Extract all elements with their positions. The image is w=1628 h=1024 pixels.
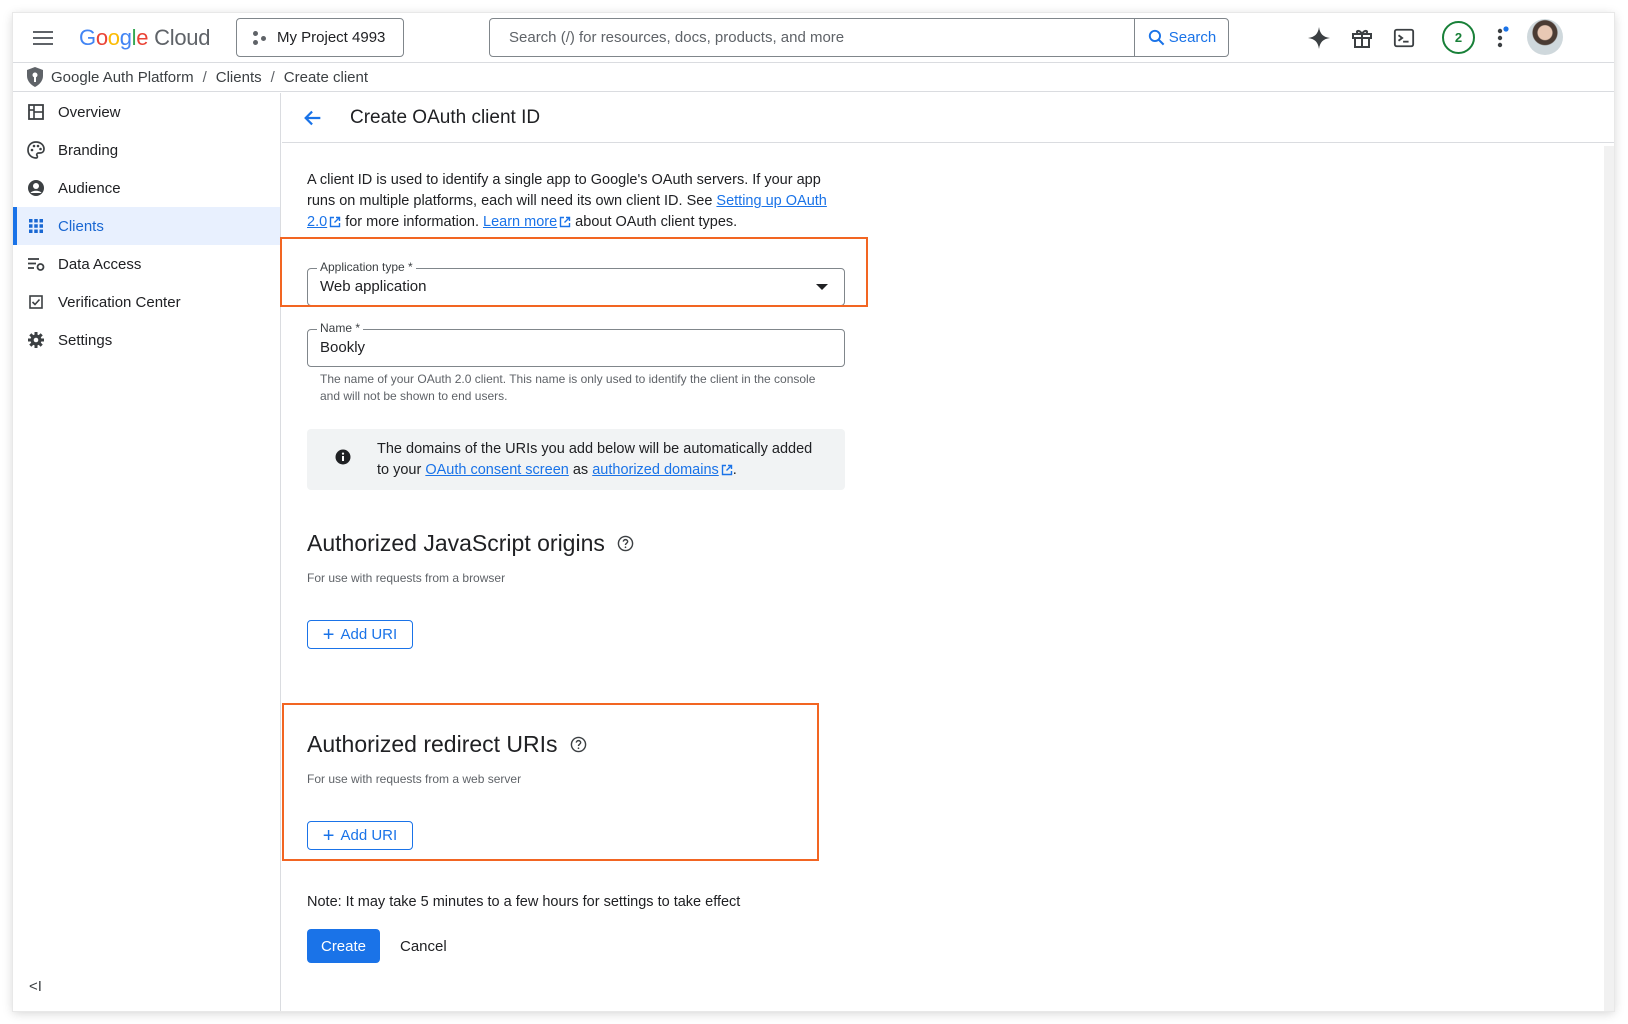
name-input[interactable] [320,339,832,356]
breadcrumb-auth-platform[interactable]: Google Auth Platform [51,69,194,86]
learn-more-link[interactable]: Learn more [483,214,557,230]
grid-icon [27,217,45,235]
sidebar-item-overview[interactable]: Overview [13,93,280,131]
app-window: GoogleCloud My Project 4993 Search 2 [13,13,1614,1011]
search-button-label: Search [1168,29,1217,46]
intro-text: A client ID is used to identify a single… [307,172,827,230]
gear-icon [27,331,45,349]
back-arrow-icon[interactable] [302,107,324,129]
sidebar-item-clients[interactable]: Clients [13,207,280,245]
cloud-shell-icon[interactable] [1391,25,1417,51]
data-access-icon [27,255,45,273]
oauth-consent-screen-link[interactable]: OAuth consent screen [425,462,568,478]
redirect-uris-title: Authorized redirect URIs [307,731,587,758]
dashboard-icon [27,103,45,121]
sidebar-item-label: Settings [58,331,113,349]
sidebar-item-label: Audience [58,179,121,197]
sidebar: Overview Branding Audience Clients Data … [13,93,281,1011]
person-icon [27,179,45,197]
breadcrumb: Google Auth Platform / Clients / Create … [13,63,1614,92]
search-input[interactable] [490,19,1134,56]
sidebar-item-label: Branding [58,141,119,159]
sidebar-item-settings[interactable]: Settings [13,321,280,359]
authorized-domains-link[interactable]: authorized domains [592,462,719,478]
avatar[interactable] [1527,19,1563,55]
cancel-button[interactable]: Cancel [400,929,447,963]
checkbox-icon [27,293,45,311]
info-banner: The domains of the URIs you add below wi… [307,429,845,490]
add-js-origin-uri-button[interactable]: + Add URI [307,620,413,649]
scrollbar[interactable] [1604,146,1614,1011]
sidebar-item-label: Overview [58,103,121,121]
create-button[interactable]: Create [307,929,380,963]
search-icon [1148,29,1165,46]
breadcrumb-clients[interactable]: Clients [216,69,262,86]
shield-icon [27,67,43,87]
more-vert-icon[interactable] [1489,25,1515,51]
js-origins-title: Authorized JavaScript origins [307,530,634,557]
search-bar: Search [489,18,1229,57]
project-picker-button[interactable]: My Project 4993 [236,18,404,57]
sidebar-item-audience[interactable]: Audience [13,169,280,207]
plus-icon: + [322,824,335,847]
sidebar-item-verification-center[interactable]: Verification Center [13,283,280,321]
js-origins-subtitle: For use with requests from a browser [307,571,506,585]
external-link-icon [559,216,571,228]
info-icon [335,449,351,465]
name-hint: The name of your OAuth 2.0 client. This … [320,372,816,403]
collapse-sidebar-button[interactable]: <I [29,978,42,995]
top-bar: GoogleCloud My Project 4993 Search 2 [13,13,1614,63]
page-header: Create OAuth client ID [282,93,1614,143]
sidebar-item-label: Data Access [58,255,142,273]
project-name: My Project 4993 [277,29,386,46]
sidebar-item-branding[interactable]: Branding [13,131,280,169]
main-content: Create OAuth client ID A client ID is us… [280,93,1614,1011]
sidebar-item-label: Clients [58,217,104,235]
name-field: Name * [307,321,845,367]
help-icon[interactable] [617,535,634,552]
menu-icon[interactable] [33,27,53,47]
dropdown-arrow-icon [816,284,828,290]
settings-note: Note: It may take 5 minutes to a few hou… [307,894,741,910]
application-type-value: Web application [320,278,427,295]
external-link-icon [329,216,341,228]
project-icon [251,29,269,47]
gemini-sparkle-icon[interactable] [1306,25,1332,51]
page-title: Create OAuth client ID [350,106,541,128]
name-label: Name * [317,321,364,335]
application-type-label: Application type * [317,260,416,274]
application-type-select[interactable]: Application type * Web application [307,260,845,306]
google-cloud-logo[interactable]: Google Cloud [79,25,210,51]
add-redirect-uri-button[interactable]: + Add URI [307,821,413,850]
notification-badge[interactable]: 2 [1442,21,1475,54]
sidebar-item-label: Verification Center [58,293,181,311]
redirect-uris-subtitle: For use with requests from a web server [307,772,522,786]
external-link-icon [721,464,732,476]
palette-icon [27,141,45,159]
gift-icon[interactable] [1349,25,1375,51]
breadcrumb-create-client: Create client [283,68,369,86]
sidebar-item-data-access[interactable]: Data Access [13,245,280,283]
help-icon[interactable] [570,736,587,753]
search-button[interactable]: Search [1134,19,1228,56]
plus-icon: + [322,623,335,646]
